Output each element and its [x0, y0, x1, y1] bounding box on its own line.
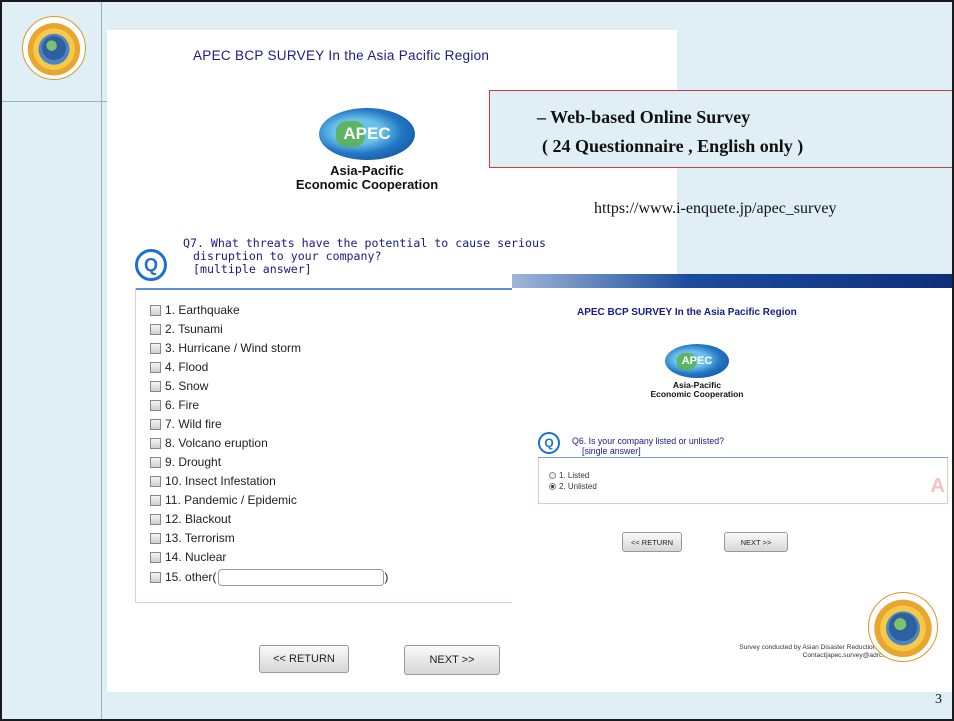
- option-insect[interactable]: 10. Insect Infestation: [150, 473, 276, 489]
- radio-button[interactable]: [549, 472, 556, 479]
- option-other[interactable]: 15. other(): [150, 568, 388, 586]
- survey-page-q6: APEC BCP SURVEY In the Asia Pacific Regi…: [512, 274, 952, 692]
- survey-title: APEC BCP SURVEY In the Asia Pacific Regi…: [193, 48, 490, 63]
- option-hurricane[interactable]: 3. Hurricane / Wind storm: [150, 340, 301, 356]
- option-nuclear[interactable]: 14. Nuclear: [150, 549, 226, 565]
- checkbox[interactable]: [150, 304, 161, 316]
- adrc-logo-icon: [868, 592, 938, 662]
- option-pandemic[interactable]: 11. Pandemic / Epidemic: [150, 492, 297, 508]
- option-snow[interactable]: 5. Snow: [150, 378, 208, 394]
- option-flood[interactable]: 4. Flood: [150, 359, 208, 375]
- callout-box: – Web-based Online Survey ( 24 Questionn…: [489, 90, 952, 168]
- callout-line-2: ( 24 Questionnaire , English only ): [542, 136, 804, 156]
- survey-url-link[interactable]: https://www.i-enquete.jp/apec_survey: [594, 200, 836, 218]
- apec-logo: APEC Asia-Pacific Economic Cooperation: [287, 108, 447, 191]
- header-bar: [512, 274, 952, 288]
- option-listed[interactable]: 1. Listed: [549, 471, 589, 480]
- watermark-letter: A: [930, 475, 945, 497]
- return-button[interactable]: << RETURN: [259, 645, 349, 673]
- apec-globe-icon: APEC: [665, 344, 729, 378]
- survey-credit: Survey conducted by Asian Disaster Reduc…: [739, 644, 898, 659]
- checkbox[interactable]: [150, 361, 161, 373]
- checkbox[interactable]: [150, 342, 161, 354]
- next-button[interactable]: NEXT >>: [404, 645, 500, 675]
- apec-globe-icon: APEC: [319, 108, 415, 160]
- adrc-logo-icon: [22, 16, 86, 80]
- option-earthquake[interactable]: 1. Earthquake: [150, 302, 240, 318]
- radio-button-selected[interactable]: [549, 483, 556, 490]
- checkbox[interactable]: [150, 456, 161, 468]
- checkbox[interactable]: [150, 532, 161, 544]
- option-terrorism[interactable]: 13. Terrorism: [150, 530, 235, 546]
- checkbox[interactable]: [150, 475, 161, 487]
- option-drought[interactable]: 9. Drought: [150, 454, 221, 470]
- page-number: 3: [935, 692, 942, 707]
- question-icon: Q: [135, 249, 167, 281]
- other-text-input[interactable]: [218, 568, 385, 586]
- survey-title: APEC BCP SURVEY In the Asia Pacific Regi…: [577, 307, 797, 318]
- checkbox[interactable]: [150, 513, 161, 525]
- apec-subtitle-line2: Economic Cooperation: [295, 176, 439, 192]
- option-wild-fire[interactable]: 7. Wild fire: [150, 416, 222, 432]
- checkbox[interactable]: [150, 437, 161, 449]
- question-text: Q7. What threats have the potential to c…: [183, 236, 546, 276]
- apec-subtitle-line2: Economic Cooperation: [650, 388, 744, 399]
- option-tsunami[interactable]: 2. Tsunami: [150, 321, 223, 337]
- checkbox[interactable]: [150, 323, 161, 335]
- slide-sidebar-band: [2, 2, 102, 719]
- checkbox[interactable]: [150, 399, 161, 411]
- option-unlisted[interactable]: 2. Unlisted: [549, 482, 597, 491]
- apec-subtitle-line1: Asia-Pacific: [330, 163, 404, 178]
- checkbox[interactable]: [150, 551, 161, 563]
- question-text: Q6. Is your company listed or unlisted? …: [572, 436, 725, 456]
- checkbox[interactable]: [150, 418, 161, 430]
- option-fire[interactable]: 6. Fire: [150, 397, 199, 413]
- callout-line-1: – Web-based Online Survey: [537, 107, 751, 127]
- next-button[interactable]: NEXT >>: [724, 532, 788, 552]
- presentation-slide: APEC BCP SURVEY In the Asia Pacific Regi…: [0, 0, 954, 721]
- option-volcano[interactable]: 8. Volcano eruption: [150, 435, 268, 451]
- question-icon: Q: [538, 432, 560, 454]
- checkbox[interactable]: [150, 380, 161, 392]
- apec-logo: APEC Asia-Pacific Economic Cooperation: [642, 344, 752, 399]
- answer-options-box: 1. Listed 2. Unlisted A: [538, 458, 948, 504]
- checkbox[interactable]: [150, 494, 161, 506]
- answer-options-box: 1. Earthquake 2. Tsunami 3. Hurricane / …: [135, 288, 555, 603]
- checkbox[interactable]: [150, 571, 161, 583]
- option-blackout[interactable]: 12. Blackout: [150, 511, 231, 527]
- return-button[interactable]: << RETURN: [622, 532, 682, 552]
